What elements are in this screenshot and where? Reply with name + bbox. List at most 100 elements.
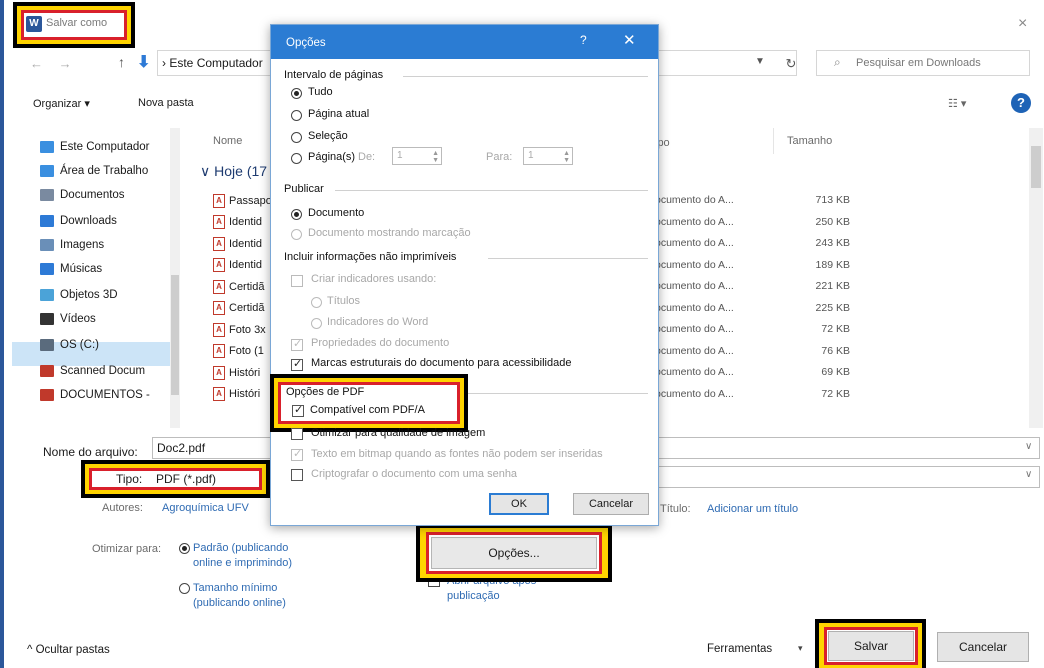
file-row[interactable]: A Identid <box>213 255 262 276</box>
column-header-name[interactable]: Nome <box>213 135 242 147</box>
cancel-button[interactable]: Cancelar <box>937 632 1029 662</box>
sidebar-item[interactable]: Área de Trabalho <box>40 160 148 182</box>
save-button[interactable]: Salvar <box>828 631 914 661</box>
optimize-minimum-radio[interactable] <box>179 583 190 594</box>
sidebar-item[interactable]: Documentos <box>40 184 125 206</box>
file-name: Foto (1 <box>229 345 264 357</box>
path-segment[interactable]: Este Computador <box>169 56 262 70</box>
optimize-image-checkbox[interactable] <box>291 428 303 440</box>
range-from-spinner[interactable]: 1 ▲ ▼ <box>392 147 442 165</box>
options-button[interactable]: Opções... <box>431 537 597 569</box>
file-type: ocumento do A... <box>655 194 734 206</box>
file-row[interactable]: A Históri <box>213 362 260 383</box>
filename-dropdown-icon[interactable]: ∨ <box>1025 441 1032 452</box>
folder-icon <box>40 389 54 401</box>
filename-label: Nome do arquivo: <box>43 445 138 459</box>
new-folder-button[interactable]: Nova pasta <box>138 97 194 109</box>
range-current-label[interactable]: Página atual <box>308 108 369 120</box>
help-icon[interactable]: ? <box>1011 93 1031 113</box>
column-header-size[interactable]: Tamanho <box>787 135 832 147</box>
file-type: ocumento do A... <box>655 301 734 314</box>
up-arrow-icon[interactable]: ↑ <box>118 54 125 70</box>
file-row[interactable]: A Foto (1 <box>213 341 264 362</box>
range-pages-label[interactable]: Página(s) <box>308 151 355 163</box>
file-row[interactable]: A Certidã <box>213 298 264 319</box>
group-label: Hoje (17 <box>214 163 268 179</box>
sidebar-item[interactable]: Vídeos <box>40 308 96 330</box>
encrypt-checkbox[interactable] <box>291 469 303 481</box>
dialog-cancel-button[interactable]: Cancelar <box>573 493 649 515</box>
back-forward-icon[interactable]: ← → <box>30 56 78 71</box>
file-name: Certidã <box>229 302 265 314</box>
optimize-standard-line2: online e imprimindo) <box>193 557 293 569</box>
range-selection-label[interactable]: Seleção <box>308 130 348 142</box>
sidebar-item-label: Downloads <box>60 215 117 227</box>
optimize-standard-radio[interactable] <box>179 543 190 554</box>
pdf-file-icon: A <box>213 322 225 337</box>
dialog-ok-button[interactable]: OK <box>489 493 549 515</box>
file-row[interactable]: A Passapo <box>213 190 272 211</box>
type-value[interactable]: PDF (*.pdf) <box>156 472 216 486</box>
file-type: ocumento do A... <box>655 258 734 271</box>
optimize-minimum-label[interactable]: Tamanho mínimo (publicando online) <box>193 581 286 611</box>
sidebar-item[interactable]: Imagens <box>40 234 104 256</box>
optimize-standard-label[interactable]: Padrão (publicando online e imprimindo) <box>193 541 292 571</box>
structure-tags-label[interactable]: Marcas estruturais do documento para ace… <box>311 357 571 369</box>
range-all-label[interactable]: Tudo <box>308 86 333 98</box>
address-dropdown-icon[interactable]: ▼ <box>755 56 765 67</box>
dialog-close-icon[interactable]: ✕ <box>623 31 636 49</box>
pdf-file-icon: A <box>213 344 225 358</box>
range-to-spinner[interactable]: 1 ▲ ▼ <box>523 147 573 165</box>
title-value[interactable]: Adicionar um título <box>707 503 798 515</box>
range-current-radio[interactable] <box>291 110 302 121</box>
sidebar-item[interactable]: Objetos 3D <box>40 284 118 306</box>
dialog-help-icon[interactable]: ? <box>580 33 587 47</box>
window-title: Salvar como <box>46 17 108 29</box>
view-options-icon[interactable]: ☷ ▾ <box>948 97 966 110</box>
tools-dropdown-icon[interactable]: ▾ <box>798 643 803 654</box>
tools-menu[interactable]: Ferramentas <box>707 643 772 655</box>
spinner-arrows-icon[interactable]: ▲ ▼ <box>563 150 570 164</box>
sidebar-item[interactable]: Scanned Docum <box>40 360 145 382</box>
authors-value[interactable]: Agroquímica UFV <box>162 502 249 514</box>
publish-document-radio[interactable] <box>291 209 302 220</box>
pdfa-label[interactable]: Compatível com PDF/A <box>310 404 425 416</box>
encrypt-label[interactable]: Criptografar o documento com uma senha <box>311 468 517 480</box>
group-header-today[interactable]: ∨ Hoje (17 <box>200 163 267 180</box>
file-row[interactable]: A Históri <box>213 384 260 405</box>
file-row[interactable]: A Foto 3x <box>213 319 266 340</box>
range-pages-radio[interactable] <box>291 153 302 164</box>
organize-menu[interactable]: Organizar ▾ <box>33 97 90 110</box>
pdfa-checkbox[interactable] <box>292 403 304 417</box>
sidebar-item[interactable]: Downloads <box>40 210 117 232</box>
folder-icon <box>40 165 54 177</box>
sidebar-item[interactable]: DOCUMENTOS - <box>40 384 150 406</box>
refresh-icon[interactable]: ↻ <box>778 52 804 76</box>
sidebar-item-label: OS (C:) <box>60 339 99 351</box>
file-list-scroll-thumb[interactable] <box>1031 146 1041 188</box>
file-row[interactable]: A Identid <box>213 212 262 233</box>
window-close-button[interactable]: × <box>1018 15 1027 33</box>
publish-document-label[interactable]: Documento <box>308 207 364 219</box>
pdf-options-heading: Opções de PDF <box>286 386 365 398</box>
filename-value[interactable]: Doc2.pdf <box>157 441 205 455</box>
file-row[interactable]: A Identid <box>213 233 262 254</box>
bitmap-text-label: Texto em bitmap quando as fontes não pod… <box>311 448 603 460</box>
sidebar-item[interactable]: OS (C:) <box>40 334 99 356</box>
file-row[interactable]: A Certidã <box>213 276 264 297</box>
options-dialog-titlebar[interactable] <box>271 25 658 59</box>
sidebar-item[interactable]: Músicas <box>40 258 102 280</box>
folder-icon <box>40 189 54 201</box>
range-all-radio[interactable] <box>291 88 302 99</box>
spinner-arrows-icon[interactable]: ▲ ▼ <box>432 150 439 164</box>
publish-markup-label: Documento mostrando marcação <box>308 227 471 239</box>
hide-folders-button[interactable]: ^ Ocultar pastas <box>27 644 110 656</box>
optimize-image-label[interactable]: Otimizar para qualidade de imagem <box>311 427 485 439</box>
sidebar-scroll-thumb[interactable] <box>171 275 179 395</box>
file-type: ocumento do A... <box>655 366 734 378</box>
sidebar-item[interactable]: Este Computador <box>40 136 150 158</box>
file-type: ocumento do A... <box>655 323 734 335</box>
structure-tags-checkbox[interactable] <box>291 357 303 371</box>
type-dropdown-icon[interactable]: ∨ <box>1025 469 1032 480</box>
range-selection-radio[interactable] <box>291 132 302 143</box>
